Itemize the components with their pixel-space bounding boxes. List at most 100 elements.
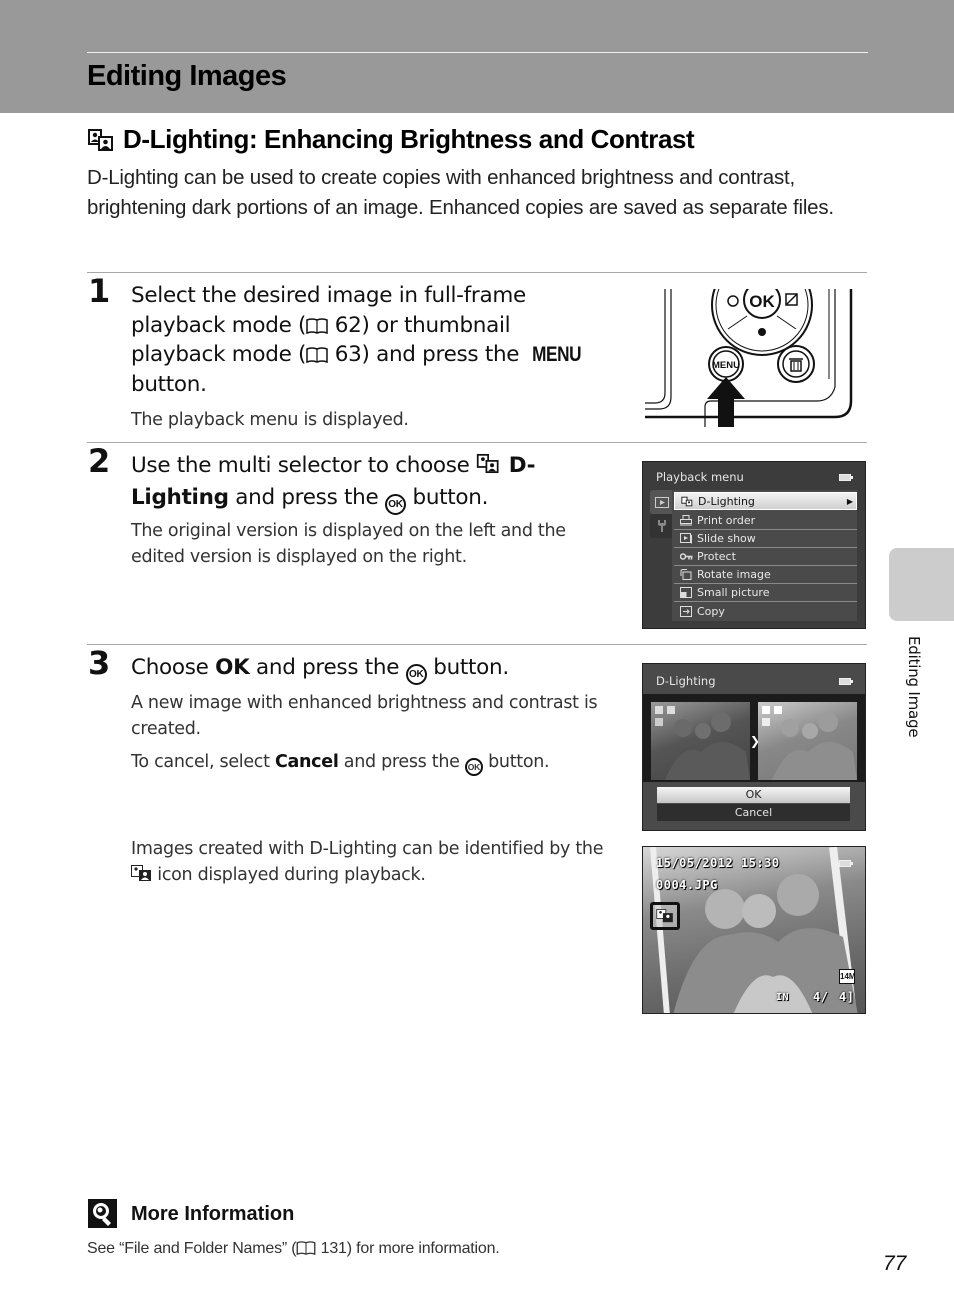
screen-title: D-Lighting [656,674,716,688]
screen-title: Playback menu [656,470,744,484]
section-title-text: D-Lighting: Enhancing Brightness and Con… [123,124,695,154]
datetime-readout: 15/05/2012 15:30 [656,856,780,870]
battery-icon [839,678,853,685]
ok-button-label: OK [749,292,775,311]
step-1-line1: Select the desired image in full-frame [131,283,526,308]
step-3-body: A new image with enhanced brightness and… [131,693,598,739]
step-1-line3a: playback mode ( [131,342,307,367]
step-3-cancel-note: To cancel, select Cancel and press the O… [131,750,621,776]
ok-button-icon: OK [464,758,483,776]
step-divider [87,644,867,645]
playback-screen: 15/05/2012 15:30 0004.JPG 14M IN 4/ 4] [642,846,866,1014]
menu-button-glyph: MENU [531,342,581,366]
menu-item-copy[interactable]: Copy [674,602,857,620]
ok-button-icon: OK [405,664,427,685]
menu-item-label: Rotate image [697,568,771,581]
d-lighting-playback-icon [131,864,152,891]
d-lighting-note: Images created with D-Lighting can be id… [131,837,621,890]
menu-item-label: Copy [697,604,725,618]
family-photo [650,847,858,1013]
chapter-tab[interactable] [889,548,954,621]
note-text: Images created with D-Lighting can be id… [131,839,604,859]
menu-item-label: Print order [697,514,756,527]
page-title: Editing Images [87,60,287,92]
cancel-note-text: button. [482,752,550,772]
d-lighting-indicator-icon [650,902,680,930]
internal-memory-icon: IN [776,992,790,1003]
step-2-body: The original version is displayed on the… [131,521,566,567]
more-info-text: See “File and Folder Names” ( [87,1240,297,1257]
page-reference[interactable]: 63 [335,342,362,367]
page-reference[interactable]: 62 [335,313,362,338]
step-1-line2b: ) or thumbnail [361,312,511,338]
original-image-preview [651,702,750,780]
step-divider [87,272,867,273]
page-reference[interactable]: 131 [321,1240,347,1257]
ok-option[interactable]: OK [657,787,850,803]
d-lighting-icon [87,128,117,152]
total-frames: 4] [839,990,855,1004]
print-order-icon [680,515,692,526]
cancel-option[interactable]: Cancel [657,804,850,821]
menu-item-label: D-Lighting [698,494,755,508]
playback-menu-screen: Playback menu D-Lighting ▶ Print order S… [642,461,866,629]
d-lighting-icon [681,496,693,507]
step-1-line3b: ) and press the [361,342,526,367]
setup-tab-icon[interactable] [650,514,674,538]
page-number: 77 [883,1252,907,1275]
step-2-text: Use the multi selector to choose [131,453,477,478]
more-information-text: See “File and Folder Names” ( 131) for m… [87,1240,500,1258]
step-3-number: 3 [88,644,111,682]
cancel-note-text: and press the [338,752,465,772]
step-1-body: The playback menu is displayed. [131,410,409,430]
step-1-heading: Select the desired image in full-frame p… [131,281,611,399]
header-rule [87,52,868,53]
copy-icon [680,605,692,617]
image-size-icon: 14M [839,969,856,984]
d-lighting-icon [476,453,502,483]
note-text: icon displayed during playback. [152,864,426,885]
book-reference-icon [306,342,328,364]
small-picture-icon [680,587,692,598]
menu-button-label: MENU [712,360,740,371]
book-reference-icon [296,1241,316,1256]
filename-readout: 0004.JPG [656,878,718,892]
step-2-number: 2 [88,442,111,480]
more-information-icon [88,1199,117,1228]
menu-item-label: Slide show [697,532,756,545]
menu-item-small-picture[interactable]: Small picture [674,584,857,602]
frame-number: 4/ [813,990,829,1004]
battery-icon [839,474,853,481]
menu-item-slide-show[interactable]: Slide show [674,530,857,548]
cancel-note-bold: Cancel [274,752,339,772]
step-3-text: and press the [249,655,406,680]
menu-item-print-order[interactable]: Print order [674,512,857,530]
d-lighting-screen: D-Lighting ❯ OK Cancel [642,663,866,831]
slide-show-icon [680,533,692,544]
header-band [0,0,954,113]
camera-back-illustration: OK MENU [645,289,853,427]
step-3-heading: Choose OK and press the OK button. [131,653,611,685]
step-2-heading: Use the multi selector to choose D- Ligh… [131,451,611,515]
rotate-image-icon [680,569,692,580]
menu-item-label: Protect [697,550,736,563]
step-1-number: 1 [88,272,111,310]
step-divider [87,442,867,443]
protect-key-icon [679,551,693,562]
chapter-tab-label: Editing Image [905,636,923,738]
step-1-line4: button. [131,371,207,397]
menu-list: D-Lighting ▶ Print order Slide show Prot… [672,490,857,621]
menu-tabs [650,490,674,540]
menu-item-d-lighting[interactable]: D-Lighting ▶ [674,492,857,510]
step-2-text: and press the [228,484,385,510]
menu-item-protect[interactable]: Protect [674,548,857,566]
playback-tab-icon[interactable] [650,490,674,514]
menu-item-label: Small picture [697,586,770,599]
step-3-text: Choose [131,655,216,680]
edited-image-preview [758,702,857,780]
ok-button-icon: OK [384,493,406,515]
menu-item-rotate-image[interactable]: Rotate image [674,566,857,584]
intro-paragraph: D-Lighting can be used to create copies … [87,166,834,219]
step-1-line2a: playback mode ( [131,312,307,338]
submenu-arrow-icon: ▶ [846,496,853,506]
